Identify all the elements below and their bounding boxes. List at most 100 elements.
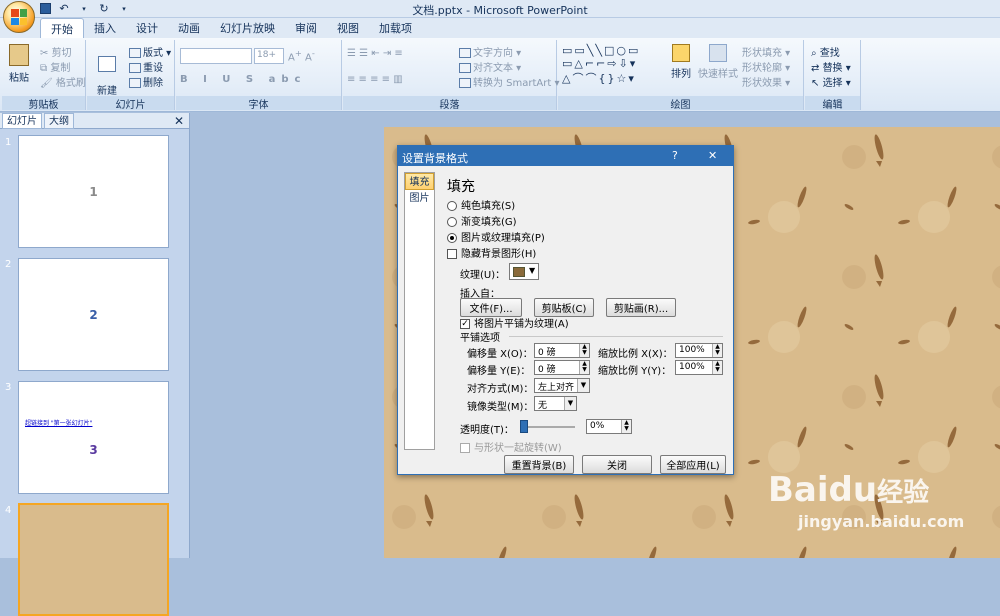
close-button[interactable]: 关闭 [582,455,652,474]
mirror-select[interactable]: 无 ▼ [534,396,577,411]
transparency-input[interactable]: 0% ▲ ▼ [586,419,632,434]
close-pane-icon[interactable]: ✕ [174,114,184,128]
slide-thumbnail-2[interactable]: 2 [18,258,169,371]
cut-button[interactable]: ✂ 剪切 [40,44,72,59]
arrange-button[interactable]: 排列 [666,44,696,80]
clipboard-group: 粘贴 ✂ 剪切 ⧉ 复制 🖌 格式刷 剪贴板 [2,40,86,111]
gradient-fill-radio[interactable]: 渐变填充(G) [447,213,517,228]
font-name-select[interactable] [180,48,252,64]
text-direction-button[interactable]: 文字方向 ▾ [459,44,521,59]
scale-y-label: 缩放比例 Y(Y)： [598,366,672,377]
tab-addins[interactable]: 加载项 [369,18,422,38]
rotate-with-shape-checkbox[interactable]: 与形状一起旋转(W) [460,439,562,454]
align-select[interactable]: 左上对齐 ▼ [534,378,590,393]
slide-thumbnail-4[interactable] [18,503,169,616]
smartart-button[interactable]: 转换为 SmartArt ▾ [459,74,560,89]
ribbon: 粘贴 ✂ 剪切 ⧉ 复制 🖌 格式刷 剪贴板 新建 幻灯片 版式 ▾ 重设 删除… [0,38,1000,112]
editing-group-label: 编辑 [805,96,860,111]
tile-checkbox[interactable]: ✓ 将图片平铺为纹理(A) [460,315,569,330]
hide-bg-checkbox[interactable]: 隐藏背景图形(H) [447,245,536,260]
editing-group: ⌕ 查找 ⇄ 替换 ▾ ↖ 选择 ▾ 编辑 [805,40,861,111]
select-button[interactable]: ↖ 选择 ▾ [811,74,851,89]
scale-y-input[interactable]: 100% ▲ ▼ [675,360,723,375]
delete-button[interactable]: 删除 [129,74,163,89]
watermark-url: jingyan.baidu.com [798,512,965,531]
nav-fill[interactable]: 填充 [405,173,434,190]
tab-animation[interactable]: 动画 [168,18,210,38]
format-background-dialog: 设置背景格式 ? ✕ 填充 图片 填充 纯色填充(S) 渐变填充(G) 图片或纹… [397,145,734,475]
help-button[interactable]: ? [672,149,678,162]
slider-thumb[interactable] [520,420,528,433]
texture-dropdown[interactable]: ▼ [509,263,539,280]
thumb-number: 2 [5,259,12,270]
chevron-down-icon: ▼ [564,397,576,410]
chevron-down-icon: ▼ [529,266,536,275]
copy-button[interactable]: ⧉ 复制 [40,59,70,74]
chevron-down-icon: ▼ [577,379,589,392]
tab-view[interactable]: 视图 [327,18,369,38]
divider [509,336,723,337]
tab-outline[interactable]: 大纲 [44,112,74,129]
tab-review[interactable]: 审阅 [285,18,327,38]
replace-button[interactable]: ⇄ 替换 ▾ [811,59,851,74]
new-slide-icon [98,56,116,72]
fill-panel: 填充 纯色填充(S) 渐变填充(G) 图片或纹理填充(P) 隐藏背景图形(H) … [447,172,727,454]
find-button[interactable]: ⌕ 查找 [811,44,840,59]
offset-x-input[interactable]: 0 磅 ▲ ▼ [534,343,590,358]
offset-x-label: 偏移量 X(O)： [467,349,533,360]
shapes-gallery[interactable]: ▭▭╲╲□○▭ ▭△⌐⌐⇨⇩▾ △⌒⌒{}☆▾ [562,44,640,86]
tab-insert[interactable]: 插入 [84,18,126,38]
tab-home[interactable]: 开始 [40,18,84,38]
drawing-group-label: 绘图 [558,96,803,111]
office-button[interactable] [3,1,35,33]
quick-styles-button[interactable]: 快速样式 [698,44,738,80]
mirror-label: 镜像类型(M)： [467,402,534,413]
transparency-slider[interactable] [520,420,575,433]
close-icon[interactable]: ✕ [708,149,717,162]
reset-background-button[interactable]: 重置背景(B) [504,455,574,474]
dialog-nav: 填充 图片 [404,172,435,450]
picture-fill-radio[interactable]: 图片或纹理填充(P) [447,229,545,244]
reset-button[interactable]: 重设 [129,59,163,74]
tab-design[interactable]: 设计 [126,18,168,38]
dialog-titlebar: 设置背景格式 ? ✕ [398,146,733,166]
quick-styles-icon [709,44,727,62]
font-style-buttons[interactable]: B I U S abc [180,74,306,85]
solid-fill-radio[interactable]: 纯色填充(S) [447,197,515,212]
spinner-arrows-icon: ▲ ▼ [579,344,589,357]
shape-effects-button[interactable]: 形状效果 ▾ [742,74,790,89]
office-logo-icon [11,9,27,25]
paste-button[interactable]: 粘贴 [5,44,33,84]
tab-slideshow[interactable]: 幻灯片放映 [210,18,285,38]
font-size-select[interactable]: 18+ [254,48,284,64]
nav-picture[interactable]: 图片 [405,190,434,207]
list-icons[interactable]: ☰ ☰ ⇤ ⇥ ≡ [347,48,403,59]
grow-font-icon[interactable]: A+ A- [288,48,315,63]
format-painter-button[interactable]: 🖌 格式刷 [40,74,86,89]
spinner-arrows-icon: ▲ ▼ [712,344,722,357]
ribbon-tabs: 开始 插入 设计 动画 幻灯片放映 审阅 视图 加载项 [0,18,1000,38]
tab-slides[interactable]: 幻灯片 [2,112,42,129]
paste-icon [9,44,29,66]
slide-thumbnail-1[interactable]: 1 [18,135,169,248]
align-label: 对齐方式(M)： [467,384,534,395]
slides-group-label: 幻灯片 [87,96,174,111]
scale-x-label: 缩放比例 X(X)： [598,349,673,360]
font-group-label: 字体 [176,96,341,111]
offset-y-input[interactable]: 0 磅 ▲ ▼ [534,360,590,375]
slide-thumbnail-3[interactable]: 超链接到 "第一张幻灯片" 3 [18,381,169,494]
shape-fill-button[interactable]: 形状填充 ▾ [742,44,790,59]
drawing-group: ▭▭╲╲□○▭ ▭△⌐⌐⇨⇩▾ △⌒⌒{}☆▾ 排列 快速样式 形状填充 ▾ 形状轮… [558,40,804,111]
scale-x-input[interactable]: 100% ▲ ▼ [675,343,723,358]
shape-outline-button[interactable]: 形状轮廓 ▾ [742,59,790,74]
spinner-arrows-icon: ▲ ▼ [621,420,631,433]
watermark-brand: Baidu经验 [768,470,930,510]
offset-y-label: 偏移量 Y(E)： [467,366,531,377]
layout-button[interactable]: 版式 ▾ [129,44,171,59]
align-icons[interactable]: ≡ ≡ ≡ ≡ ▥ [347,74,403,85]
align-text-button[interactable]: 对齐文本 ▾ [459,59,521,74]
apply-all-button[interactable]: 全部应用(L) [660,455,726,474]
slides-group: 新建 幻灯片 版式 ▾ 重设 删除 幻灯片 [87,40,175,111]
clipart-button[interactable]: 剪贴画(R)... [606,298,676,317]
thumb-link: 超链接到 "第一张幻灯片" [25,420,93,427]
